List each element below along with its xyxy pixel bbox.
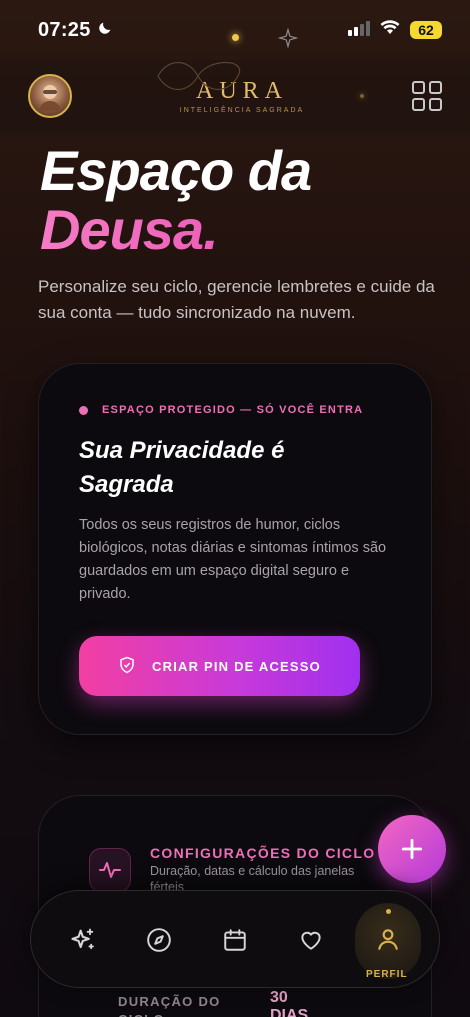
heart-icon [301,931,321,950]
nav-profile-label: PERFIL [366,969,408,980]
bottom-nav: PERFIL [30,890,440,988]
nav-item-calendar[interactable] [205,891,265,989]
create-pin-label: CRIAR PIN DE ACESSO [152,658,321,674]
user-icon [378,929,398,950]
status-bar: 07:25 62 [0,0,470,60]
cycle-duration-value: 30 DIAS [270,989,309,1017]
add-button[interactable] [378,815,446,883]
glow-dot [232,34,239,41]
hero-title-line2: Deusa. [40,201,311,258]
logo-subtitle: INTELIGÊNCIA SAGRADA [179,107,305,114]
plus-icon [401,838,423,860]
infinity-icon [157,61,240,91]
app-logo: AURA INTELIGÊNCIA SAGRADA [157,61,305,114]
battery-indicator: 62 [410,21,442,39]
nav-item-ai[interactable] [53,891,113,989]
compass-icon [147,928,171,952]
cycle-duration-label: DURAÇÃO DO CICLO [118,994,221,1017]
active-indicator [385,909,391,914]
grid-icon[interactable] [411,81,442,111]
privacy-text: Todos os seus registros de humor, ciclos… [79,517,387,602]
wifi-icon [380,19,400,41]
avatar[interactable] [28,74,72,118]
hero: Espaço da Deusa. [40,139,312,258]
nav-item-favorites[interactable] [281,891,341,989]
sparkle-icon [278,28,298,48]
hero-title-line1: Espaço da [40,139,312,202]
tag-dot [79,405,88,415]
privacy-tag: ESPAÇO PROTEGIDO — SÓ VOCÊ ENTRA [79,404,363,416]
sparkles-icon [71,928,94,950]
time-text: 07:25 [38,18,91,41]
create-pin-button[interactable]: CRIAR PIN DE ACESSO [79,636,360,696]
privacy-tag-text: ESPAÇO PROTEGIDO — SÓ VOCÊ ENTRA [102,404,364,416]
pulse-icon [89,848,131,892]
moon-icon [97,19,113,42]
signal-icon [348,20,370,41]
privacy-card: ESPAÇO PROTEGIDO — SÓ VOCÊ ENTRA Sua Pri… [38,363,432,735]
cycle-settings-title[interactable]: CONFIGURAÇÕES DO CICLO [150,845,375,861]
nav-item-profile[interactable] [355,903,421,979]
shield-icon [118,656,136,677]
calendar-icon [224,929,246,951]
nav-item-explore[interactable] [129,891,189,989]
app-header: AURA INTELIGÊNCIA SAGRADA [0,60,470,132]
status-time: 07:25 [38,19,113,42]
privacy-title: Sua Privacidade é Sagrada [79,437,285,498]
hero-description: Personalize seu ciclo, gerencie lembrete… [38,277,435,322]
